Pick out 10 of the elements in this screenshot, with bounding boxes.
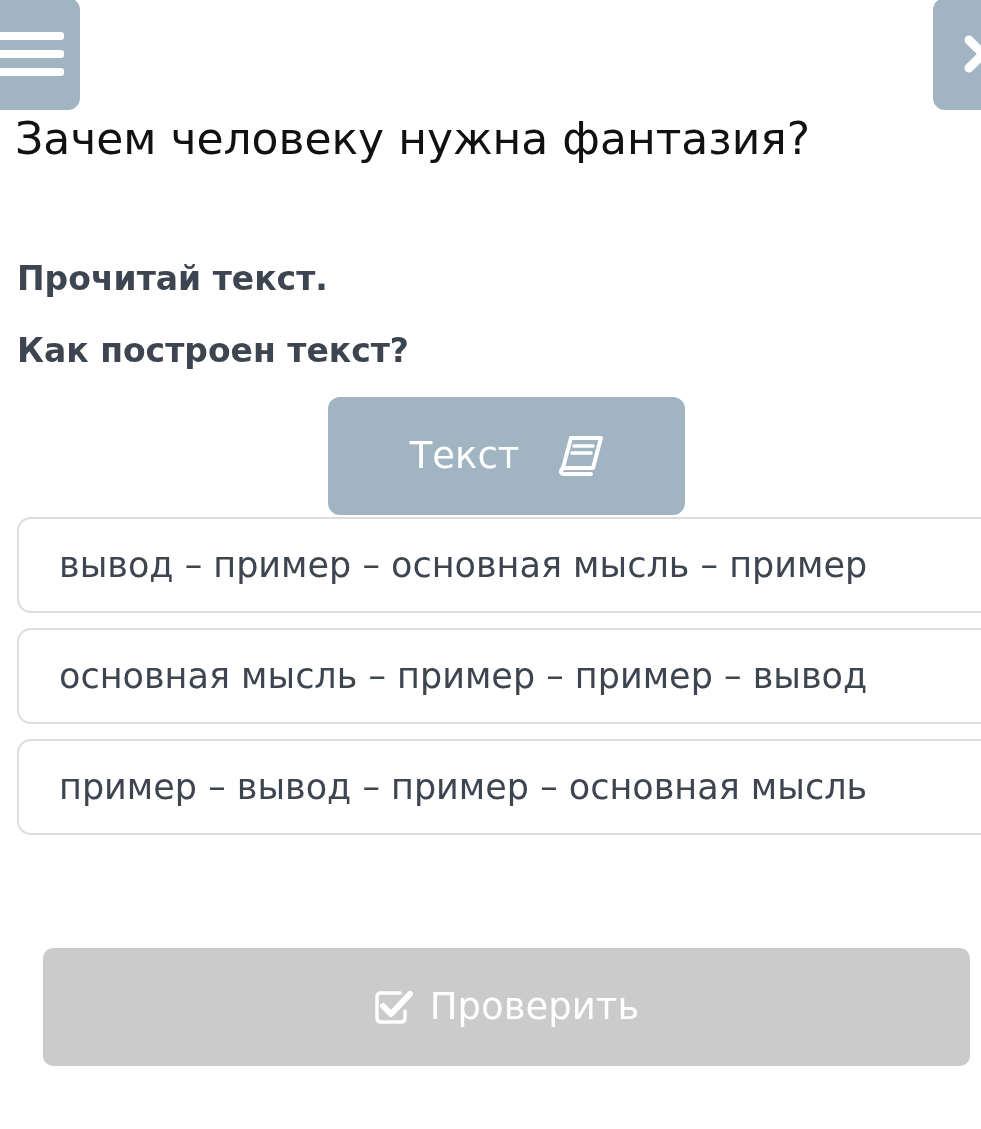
page-title: Зачем человеку нужна фантазия? [15, 112, 811, 166]
book-icon [559, 436, 604, 476]
menu-button[interactable] [0, 0, 80, 110]
answer-option[interactable]: пример – вывод – пример – основная мысль [17, 739, 981, 835]
answer-option[interactable]: основная мысль – пример – пример – вывод [17, 628, 981, 724]
checkbox-tick-icon [373, 989, 414, 1025]
instruction-text: Прочитай текст. [17, 258, 328, 300]
instruction-text: Как построен текст? [17, 330, 409, 372]
answer-option[interactable]: вывод – пример – основная мысль – пример [17, 517, 981, 613]
menu-icon [0, 32, 64, 76]
